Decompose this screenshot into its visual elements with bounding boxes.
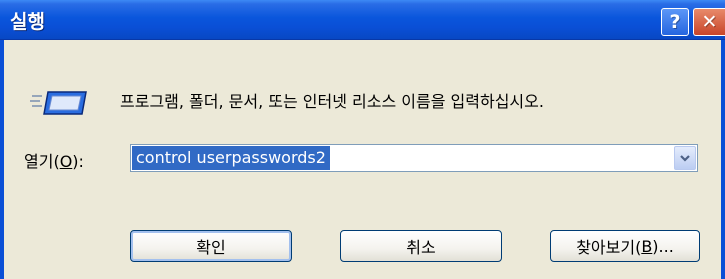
- browse-label-prefix: 찾아보기(: [576, 238, 642, 257]
- open-label-suffix: ):: [72, 152, 84, 171]
- open-combobox[interactable]: control userpasswords2: [130, 144, 698, 172]
- dropdown-button[interactable]: [674, 146, 696, 170]
- open-label: 열기(O):: [24, 148, 84, 172]
- window-frame-left: [0, 40, 4, 279]
- cancel-button[interactable]: 취소: [340, 230, 502, 262]
- chevron-down-icon: [680, 155, 690, 162]
- ok-button[interactable]: 확인: [130, 230, 292, 262]
- browse-label-mnemonic: B: [641, 236, 653, 256]
- browse-label-suffix: )...: [652, 236, 674, 256]
- run-program-icon: [30, 91, 87, 115]
- instruction-text: 프로그램, 폴더, 문서, 또는 인터넷 리소스 이름을 입력하십시오.: [120, 92, 544, 111]
- open-label-prefix: 열기(: [24, 152, 60, 171]
- title-bar[interactable]: 실행 ? ✕: [0, 0, 725, 40]
- window-frame-right: [721, 40, 725, 279]
- open-label-mnemonic: O: [59, 152, 73, 171]
- help-button[interactable]: ?: [661, 8, 689, 36]
- run-dialog: 실행 ? ✕ 프로그램, 폴더, 문서, 또는 인터넷 리소스 이름을 입력하십…: [0, 0, 725, 279]
- close-button[interactable]: ✕: [693, 8, 725, 36]
- open-input[interactable]: control userpasswords2: [132, 146, 330, 170]
- window-title: 실행: [10, 11, 45, 33]
- browse-button[interactable]: 찾아보기(B)...: [550, 230, 700, 262]
